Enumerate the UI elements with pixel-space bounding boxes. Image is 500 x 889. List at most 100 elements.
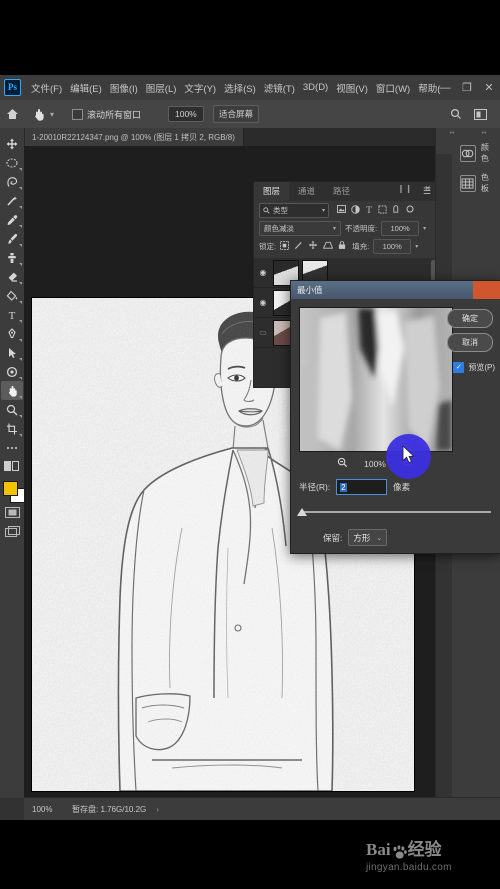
- blend-opacity-row: 颜色减淡 ▾ 不透明度: 100% ▾: [254, 219, 437, 237]
- dialog-ok-button[interactable]: 确定: [447, 309, 493, 328]
- color-swatches[interactable]: [1, 479, 25, 503]
- menu-item-type[interactable]: 文字(Y): [180, 81, 220, 95]
- menu-item-layer[interactable]: 图层(L): [142, 81, 181, 95]
- zoom-percent-field[interactable]: 100%: [168, 100, 204, 128]
- opacity-caret-icon[interactable]: ▾: [423, 225, 426, 232]
- menu-item-image[interactable]: 图像(I): [106, 81, 142, 95]
- menu-item-edit[interactable]: 编辑(E): [66, 81, 106, 95]
- zoom-out-icon[interactable]: [337, 457, 348, 470]
- filter-image-icon[interactable]: [337, 205, 346, 215]
- preview-image: [300, 308, 452, 451]
- radius-input[interactable]: 2: [336, 479, 388, 495]
- lock-position-icon[interactable]: [308, 240, 318, 252]
- type-tool[interactable]: T: [1, 305, 23, 324]
- panel-collapse-icon[interactable]: ❙❙: [398, 184, 413, 193]
- filter-smart-object-icon[interactable]: [392, 204, 401, 216]
- filter-toggle-icon[interactable]: [406, 205, 414, 215]
- blend-mode-select[interactable]: 颜色减淡 ▾: [259, 220, 341, 236]
- layer-visibility-icon[interactable]: ◉: [256, 298, 270, 307]
- paint-bucket-tool[interactable]: [1, 286, 23, 305]
- menu-item-3d[interactable]: 3D(D): [299, 82, 332, 93]
- lock-transparent-pixels-icon[interactable]: [280, 240, 290, 252]
- home-icon[interactable]: [6, 100, 19, 128]
- layer-visibility-icon[interactable]: ◉: [256, 268, 270, 277]
- magic-wand-tool[interactable]: [1, 191, 23, 210]
- menu-item-filter[interactable]: 滤镜(T): [260, 81, 299, 95]
- filter-type-icon[interactable]: T: [365, 205, 373, 216]
- fill-value: 100%: [382, 241, 402, 251]
- window-minimize-button[interactable]: —: [434, 82, 456, 94]
- lock-fill-row: 锁定: 填充: 100% ▾: [254, 237, 437, 255]
- move-tool[interactable]: [1, 134, 23, 153]
- document-tab[interactable]: 1-20010R22124347.png @ 100% (图层 1 拷贝 2, …: [24, 128, 244, 146]
- layer-visibility-icon[interactable]: ▭: [256, 328, 270, 337]
- brush-tool[interactable]: [1, 229, 23, 248]
- arrange-documents-icon[interactable]: [474, 100, 487, 128]
- radius-slider[interactable]: [297, 507, 491, 519]
- menu-item-window[interactable]: 窗口(W): [372, 81, 414, 95]
- eraser-tool[interactable]: [1, 267, 23, 286]
- edit-in-quick-mask-icon[interactable]: [1, 503, 23, 522]
- path-selection-tool[interactable]: [1, 343, 23, 362]
- window-close-button[interactable]: ✕: [478, 81, 500, 94]
- tab-paths[interactable]: 路径: [324, 182, 359, 201]
- opacity-value-field[interactable]: 100%: [381, 220, 420, 236]
- menu-item-file[interactable]: 文件(F): [27, 81, 66, 95]
- pen-tool[interactable]: [1, 324, 23, 343]
- workspace-search-icon[interactable]: [450, 100, 462, 128]
- panel-menu-icon[interactable]: ☰: [423, 186, 431, 197]
- watermark-brand-suffix: 经验: [407, 840, 442, 859]
- marquee-tool[interactable]: [1, 153, 23, 172]
- hand-tool[interactable]: [1, 381, 23, 400]
- tab-channels[interactable]: 通道: [289, 182, 324, 201]
- tab-layers[interactable]: 图层: [254, 182, 290, 201]
- color-panel-button[interactable]: 颜色: [454, 138, 500, 168]
- status-expand-icon[interactable]: ›: [156, 805, 159, 814]
- filter-adjustment-icon[interactable]: [351, 204, 360, 216]
- baidu-watermark: Bai 经验 jingyan.baidu.com: [366, 835, 484, 873]
- lock-all-icon[interactable]: [338, 240, 346, 252]
- dialog-keep-row: 保留: 方形 ⌄: [323, 529, 388, 546]
- dock-grabber[interactable]: •• ••: [436, 128, 500, 138]
- shape-tool[interactable]: [1, 362, 23, 381]
- screen-mode-icon[interactable]: [1, 522, 23, 541]
- dialog-preview[interactable]: [299, 307, 453, 452]
- fill-caret-icon[interactable]: ▾: [415, 243, 418, 250]
- menu-item-select[interactable]: 选择(S): [220, 81, 260, 95]
- keep-select[interactable]: 方形 ⌄: [348, 529, 388, 546]
- layers-panel-tabs: 图层 通道 路径 ❙❙ ✕ ☰: [254, 182, 437, 201]
- foreground-color-swatch[interactable]: [3, 481, 18, 496]
- tool-preset-caret-icon[interactable]: ▾: [50, 100, 54, 128]
- scroll-all-windows-checkbox[interactable]: 滚动所有窗口: [72, 100, 141, 128]
- quick-mask-icon[interactable]: [1, 457, 23, 476]
- dialog-close-button[interactable]: [473, 281, 500, 299]
- dialog-radius-row: 半径(R): 2 像素: [299, 479, 493, 495]
- status-zoom[interactable]: 100%: [32, 805, 72, 814]
- svg-text:T: T: [9, 310, 16, 321]
- window-maximize-button[interactable]: ❐: [456, 81, 478, 94]
- hand-tool-icon[interactable]: [32, 100, 46, 128]
- dialog-title: 最小值: [297, 285, 323, 295]
- eyedropper-tool[interactable]: [1, 210, 23, 229]
- chevron-down-icon: ▾: [332, 225, 336, 232]
- dialog-cancel-button[interactable]: 取消: [447, 333, 493, 352]
- zoom-tool[interactable]: [1, 400, 23, 419]
- dialog-preview-checkbox[interactable]: ✓ 预览(P): [453, 362, 495, 373]
- edit-toolbar-icon[interactable]: [1, 438, 23, 457]
- fit-screen-button[interactable]: 适合屏幕: [213, 100, 260, 128]
- lock-artboard-nesting-icon[interactable]: [322, 241, 334, 252]
- menu-item-view[interactable]: 视图(V): [332, 81, 372, 95]
- radius-unit: 像素: [393, 482, 411, 492]
- lock-image-pixels-icon[interactable]: [294, 241, 303, 252]
- clone-stamp-tool[interactable]: [1, 248, 23, 267]
- layers-filter-row: 类型 ▾ T: [254, 201, 437, 219]
- filter-shape-icon[interactable]: [378, 204, 387, 216]
- slider-handle[interactable]: [297, 508, 307, 516]
- swatches-panel-button[interactable]: 色板: [454, 168, 500, 198]
- minimum-filter-dialog[interactable]: 最小值 确定 取消 ✓ 预览(P) 100% 半径(R): 2 像素 保留: 方…: [290, 280, 500, 554]
- fill-value-field[interactable]: 100%: [373, 238, 412, 254]
- lasso-tool[interactable]: [1, 172, 23, 191]
- crop-tool[interactable]: [1, 419, 23, 438]
- layer-filter-select[interactable]: 类型 ▾: [259, 202, 329, 218]
- blend-mode-value: 颜色减淡: [264, 223, 294, 233]
